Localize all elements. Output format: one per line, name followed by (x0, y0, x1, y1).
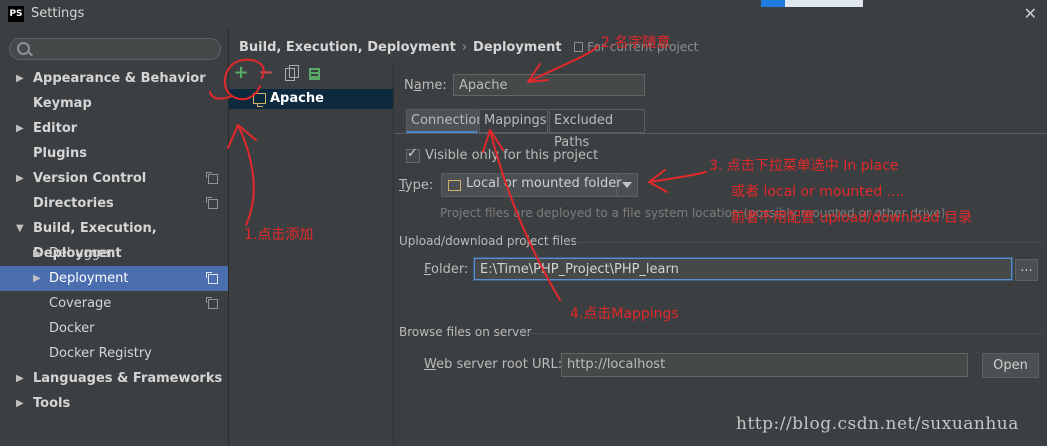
sidebar-item-label: Docker Registry (49, 346, 152, 361)
folder-field[interactable]: E:\Time\PHP_Project\PHP_learn (474, 258, 1012, 280)
server-list-panel: + − Apache (229, 62, 393, 446)
expand-arrow-icon: ▶ (16, 123, 24, 134)
deployment-form: Name: Apache Connection Mappings Exclude… (394, 62, 1047, 446)
sidebar-item-languages-frameworks[interactable]: ▶ Languages & Frameworks (0, 366, 228, 391)
sidebar-item-debugger[interactable]: ▶ Debugger (0, 241, 228, 266)
sidebar-item-label: Deployment (49, 271, 129, 286)
tab-connection[interactable]: Connection (406, 109, 485, 133)
overlay-badge (761, 0, 863, 7)
expand-arrow-icon: ▶ (33, 248, 41, 259)
project-scope-icon (206, 172, 218, 184)
settings-sidebar: ▶ Appearance & Behavior Keymap ▶ Editor … (0, 29, 228, 446)
collapse-arrow-icon: ▼ (16, 223, 24, 234)
add-server-button[interactable]: + (233, 64, 249, 82)
name-field[interactable]: Apache (453, 74, 645, 96)
use-as-default-icon[interactable] (309, 68, 320, 80)
tab-underline (394, 133, 1047, 134)
sidebar-item-coverage[interactable]: Coverage (0, 291, 228, 316)
sidebar-item-editor[interactable]: ▶ Editor (0, 116, 228, 141)
type-label: Type: (399, 178, 434, 193)
watermark: http://blog.csdn.net/suxuanhua (736, 414, 1019, 434)
sidebar-item-label: Directories (33, 196, 114, 211)
visible-only-label: Visible only for this project (425, 148, 599, 163)
sidebar-item-tools[interactable]: ▶ Tools (0, 391, 228, 416)
search-input[interactable] (9, 38, 221, 60)
upload-section-title: Upload/download project files (399, 234, 577, 248)
search-icon (17, 42, 30, 55)
app-logo: PS (8, 6, 24, 22)
annotation-step-1: 1.点击添加 (244, 227, 314, 243)
folder-label: Folder: (424, 262, 469, 277)
project-scope-icon (574, 42, 584, 52)
expand-arrow-icon: ▶ (16, 398, 24, 409)
sidebar-item-label: Debugger (49, 246, 114, 261)
server-name: Apache (270, 91, 324, 106)
annotation-step-4: 4.点击Mappings (570, 306, 679, 322)
breadcrumb-separator: › (461, 40, 468, 55)
chevron-down-icon[interactable] (616, 174, 637, 196)
expand-arrow-icon: ▶ (16, 373, 24, 384)
web-root-label: Web server root URL: (424, 357, 563, 372)
sidebar-item-version-control[interactable]: ▶ Version Control (0, 166, 228, 191)
project-scope-icon (206, 272, 218, 284)
sidebar-item-docker-registry[interactable]: Docker Registry (0, 341, 228, 366)
sidebar-item-label: Appearance & Behavior (33, 71, 206, 86)
tab-mappings[interactable]: Mappings (479, 109, 548, 133)
project-scope-icon (206, 197, 218, 209)
annotation-step-2: 2.名字随意 (601, 35, 671, 51)
sidebar-item-label: Keymap (33, 96, 92, 111)
breadcrumb-parent[interactable]: Build, Execution, Deployment (239, 40, 456, 55)
expand-arrow-icon: ▶ (33, 273, 41, 284)
type-select[interactable]: Local or mounted folder (441, 173, 638, 197)
annotation-step-3-line1: 3. 点击下拉菜单选中 In place (709, 158, 899, 174)
sidebar-item-docker[interactable]: Docker (0, 316, 228, 341)
sidebar-item-label: Tools (33, 396, 71, 411)
remove-server-button[interactable]: − (258, 64, 274, 82)
type-select-value: Local or mounted folder (466, 176, 622, 191)
sidebar-item-label: Editor (33, 121, 78, 136)
sidebar-item-build-execution-deployment[interactable]: ▼ Build, Execution, Deployment (0, 216, 228, 261)
sidebar-item-label: Version Control (33, 171, 147, 186)
window-title: Settings (31, 6, 85, 21)
visible-only-checkbox[interactable] (406, 146, 420, 163)
sidebar-item-label: Languages & Frameworks (33, 371, 223, 386)
sidebar-item-plugins[interactable]: Plugins (0, 141, 228, 166)
sidebar-item-label: Plugins (33, 146, 87, 161)
open-button[interactable]: Open (982, 353, 1039, 378)
close-icon[interactable]: ✕ (1024, 4, 1037, 23)
browse-section-title: Browse files on server (399, 325, 532, 339)
expand-arrow-icon: ▶ (16, 173, 24, 184)
sidebar-item-directories[interactable]: Directories (0, 191, 228, 216)
sidebar-item-deployment[interactable]: ▶ Deployment (0, 266, 228, 291)
sidebar-item-label: Docker (49, 321, 95, 336)
expand-arrow-icon: ▶ (16, 73, 24, 84)
annotation-step-3-line3: 前者不用配置 upload/download 目录 (731, 210, 972, 226)
section-divider (564, 242, 1042, 243)
project-scope-icon (206, 297, 218, 309)
annotation-step-3-line2: 或者 local or mounted .... (731, 184, 905, 200)
copy-server-icon[interactable] (285, 65, 299, 81)
local-folder-icon (448, 180, 461, 191)
sidebar-item-appearance[interactable]: ▶ Appearance & Behavior (0, 66, 228, 91)
local-folder-server-icon (253, 93, 266, 107)
server-list-item[interactable]: Apache (229, 89, 393, 109)
name-label: Name: (404, 78, 447, 93)
section-divider (520, 333, 1042, 334)
browse-folder-button[interactable]: ... (1015, 259, 1038, 281)
breadcrumb-current: Deployment (473, 40, 562, 55)
web-root-url-field[interactable]: http://localhost (561, 353, 968, 377)
sidebar-item-label: Coverage (49, 296, 112, 311)
tab-excluded-paths[interactable]: Excluded Paths (549, 109, 645, 150)
title-bar: PS Settings ✕ (0, 0, 1047, 29)
sidebar-item-keymap[interactable]: Keymap (0, 91, 228, 116)
